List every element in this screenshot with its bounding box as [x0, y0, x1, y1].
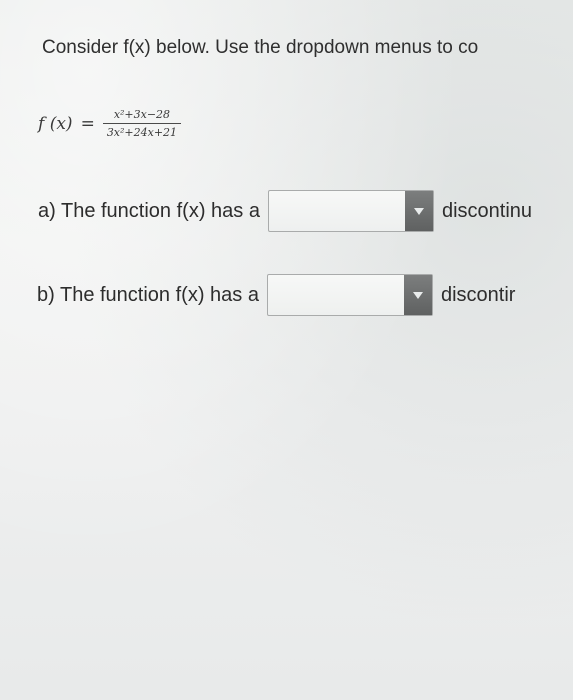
formula-lhs: f (x): [38, 113, 73, 134]
question-screen: Consider f(x) below. Use the dropdown me…: [0, 0, 573, 700]
formula-equals: =: [80, 113, 95, 134]
formula-numerator: x²+3x−28: [113, 108, 171, 121]
part-a-row: a) The function f(x) has a discontinu: [38, 190, 532, 232]
function-formula: f (x) = x²+3x−28 3x²+24x+21: [38, 108, 182, 139]
part-b-label: b) The function f(x) has a: [37, 283, 259, 306]
formula-denominator: 3x²+24x+21: [106, 126, 178, 139]
part-b-dropdown[interactable]: [266, 274, 433, 316]
part-a-label: a) The function f(x) has a: [38, 199, 260, 222]
part-b-row: b) The function f(x) has a discontir: [37, 274, 515, 316]
part-a-dropdown-toggle[interactable]: [404, 191, 433, 231]
chevron-down-icon: [413, 207, 424, 215]
question-prompt: Consider f(x) below. Use the dropdown me…: [42, 37, 479, 58]
part-a-trailing-text: discontinu: [441, 199, 533, 222]
chevron-down-icon: [412, 291, 423, 299]
part-b-trailing-text: discontir: [440, 283, 516, 306]
part-a-dropdown[interactable]: [267, 190, 434, 232]
part-b-dropdown-toggle[interactable]: [403, 275, 432, 315]
formula-fraction: x²+3x−28 3x²+24x+21: [102, 108, 182, 139]
